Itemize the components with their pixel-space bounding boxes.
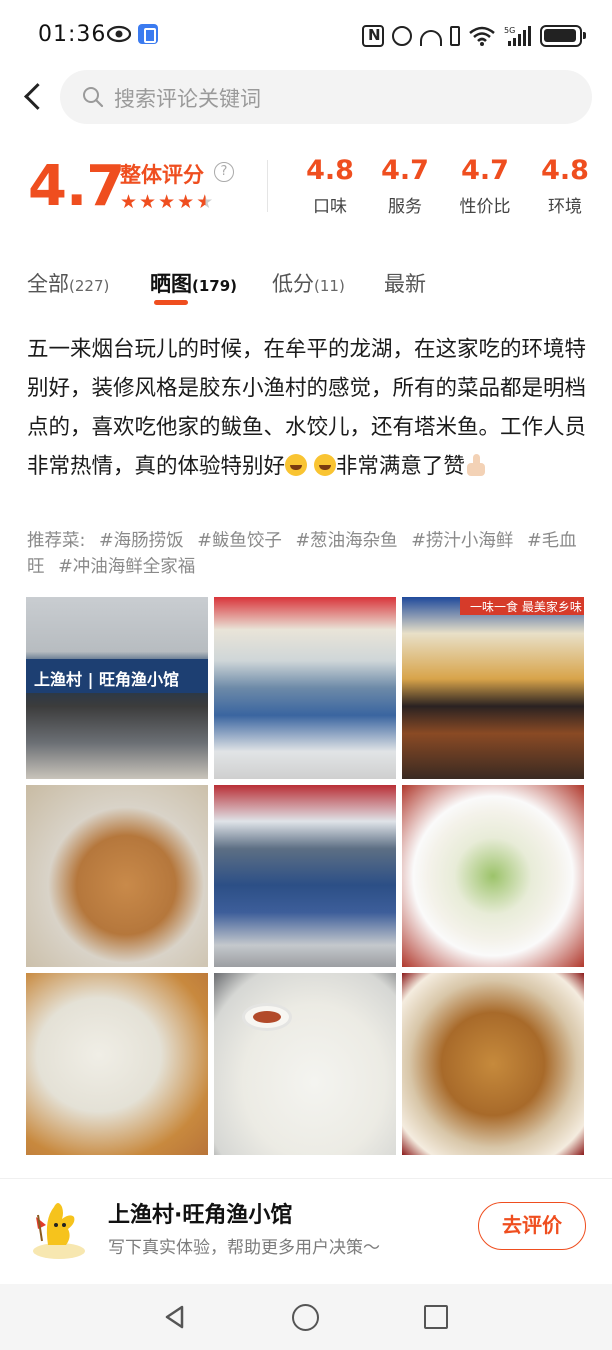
sub-score-label: 环境 [548,197,582,217]
nfc-icon [362,25,384,47]
headset-icon [420,30,442,46]
photo-grid: 上渔村 | 旺角渔小馆 一味一食 最美家乡味 [26,597,584,1156]
dipping-sauce [242,1003,292,1031]
menu-banner-text: 一味一食 最美家乡味 [470,600,582,614]
tab-label: 晒图 [150,272,192,296]
tab-label: 全部 [27,272,69,296]
back-button[interactable] [16,78,52,116]
tab-label: 低分 [272,272,314,296]
sub-score-label: 服务 [388,197,422,217]
sub-score-label: 性价比 [459,197,511,217]
alarm-icon [392,26,412,46]
photo-dumplings-plate[interactable] [214,973,396,1155]
tab-latest[interactable]: 最新 [384,268,426,298]
overall-score: 4.7 [28,154,125,219]
nav-recents-icon[interactable] [424,1305,448,1329]
photo-braised-fish[interactable] [402,973,584,1155]
search-placeholder: 搜索评论关键词 [114,87,261,111]
photo-stir-fried-squid[interactable] [402,785,584,967]
sub-score-value: 4.7 [381,155,429,186]
dish-tag[interactable]: #冲油海鲜全家福 [58,557,195,577]
nav-home-icon[interactable] [292,1304,319,1331]
star-rating: ★ ★ ★ ★ ★ [120,192,213,212]
tab-low-score[interactable]: 低分(11) [272,268,345,298]
tab-all[interactable]: 全部(227) [27,268,109,298]
signal-5g-icon: 5G [504,26,531,46]
dish-tag[interactable]: #葱油海杂鱼 [295,531,397,551]
search-input[interactable]: 搜索评论关键词 [60,70,592,124]
photo-skewers[interactable] [26,785,208,967]
tab-count: (11) [314,277,345,295]
sub-score-service: 4.7 服务 [370,155,440,217]
photo-seafood-display[interactable] [214,597,396,779]
star-icon: ★ [177,191,195,213]
recommend-label: 推荐菜: [27,531,86,551]
help-icon[interactable]: ? [214,162,234,182]
shop-sign-text: 上渔村 | 旺角渔小馆 [34,670,179,689]
tab-count: (179) [192,277,238,295]
grin-emoji-icon [313,454,336,476]
shop-subtitle: 写下真实体验，帮助更多用户决策～ [108,1238,380,1258]
star-icon: ★ [120,191,138,213]
svg-text:5G: 5G [504,26,515,35]
photo-seafood-market[interactable] [214,785,396,967]
battery-saver-icon [450,26,460,46]
status-icons: 5G [362,24,586,48]
recommended-dishes: 推荐菜: #海肠捞饭 #鲅鱼饺子 #葱油海杂鱼 #捞汁小海鲜 #毛血旺 #冲油海… [27,528,593,580]
star-icon: ★ [158,191,176,213]
review-ending: 非常满意了赞 [335,454,465,479]
dish-tag[interactable]: #鲅鱼饺子 [197,531,282,551]
write-review-button[interactable]: 去评价 [478,1202,586,1250]
sub-score-value-for-money: 4.7 性价比 [450,155,520,217]
star-icon: ★ [139,191,157,213]
shop-bar: 上渔村·旺角渔小馆 写下真实体验，帮助更多用户决策～ 去评价 [0,1178,612,1274]
review-text[interactable]: 五一来烟台玩儿的时候，在牟平的龙湖，在这家吃的环境特别好，装修风格是胶东小渔村的… [27,330,593,486]
sub-score-value: 4.8 [541,155,589,186]
sub-score-value: 4.7 [461,155,509,186]
tab-photos[interactable]: 晒图(179) [150,268,237,298]
tab-count: (227) [69,277,110,295]
grin-emoji-icon [285,454,308,476]
overall-label: 整体评分 [120,163,204,187]
dish-tag[interactable]: #捞汁小海鲜 [411,531,513,551]
app-badge-icon [138,24,158,44]
status-time: 01:36 [38,22,107,47]
photo-menu-dishes[interactable]: 一味一食 最美家乡味 [402,597,584,779]
battery-icon [540,25,586,47]
nav-back-icon[interactable] [162,1304,188,1330]
sub-score-taste: 4.8 口味 [295,155,365,217]
tab-active-indicator [154,300,188,305]
status-bar: 01:36 5G [0,0,612,72]
dish-tag[interactable]: #海肠捞饭 [99,531,184,551]
photo-storefront[interactable]: 上渔村 | 旺角渔小馆 [26,597,208,779]
thumbs-up-emoji-icon [465,453,487,477]
eye-icon [107,25,131,43]
shop-name[interactable]: 上渔村·旺角渔小馆 [108,1197,292,1229]
sub-score-value: 4.8 [306,155,354,186]
half-star-icon: ★ [196,191,214,213]
mascot-icon [33,1203,85,1259]
sub-score-environment: 4.8 环境 [530,155,600,217]
photo-dumpling-closeup[interactable] [26,973,208,1155]
system-nav-bar [0,1284,612,1350]
review-body: 五一来烟台玩儿的时候，在牟平的龙湖，在这家吃的环境特别好，装修风格是胶东小渔村的… [27,337,587,479]
search-icon [83,87,104,108]
rating-divider [267,160,268,212]
sub-score-label: 口味 [313,197,347,217]
tab-label: 最新 [384,272,426,296]
wifi-icon [469,26,495,46]
